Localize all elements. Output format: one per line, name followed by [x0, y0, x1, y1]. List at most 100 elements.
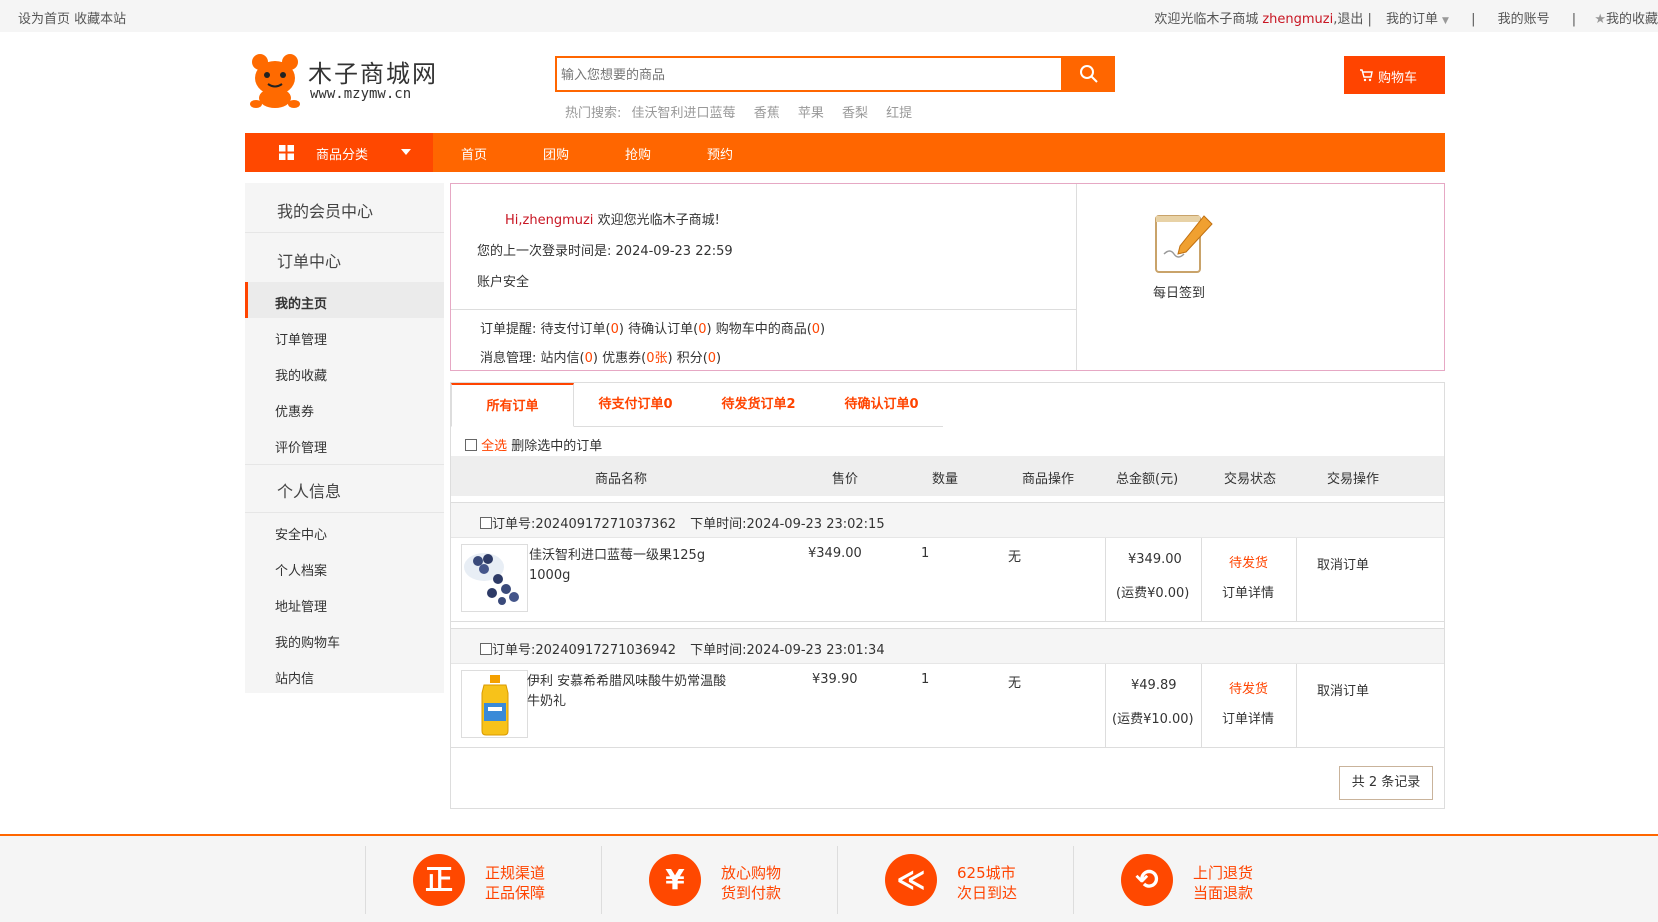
col-qty: 数量 [932, 472, 959, 487]
hot-term[interactable]: 香梨 [842, 106, 868, 121]
search-icon [1080, 65, 1098, 83]
site-logo[interactable]: 木子商城网 www.mzymw.cn [248, 52, 448, 108]
pending-pay-link[interactable]: 待支付订单(0) [541, 322, 624, 337]
search-input[interactable] [557, 58, 1061, 90]
last-login-label: 您的上一次登录时间是: [477, 244, 612, 259]
logo-subtitle: www.mzymw.cn [310, 86, 412, 102]
sidebar-item-orders[interactable]: 订单管理 [275, 329, 327, 348]
bulk-actions: 全选 删除选中的订单 [465, 435, 602, 454]
product-name-link[interactable]: 伊利 安慕希希腊风味酸牛奶常温酸牛奶礼 [527, 672, 737, 712]
sidebar-item-address[interactable]: 地址管理 [275, 596, 327, 615]
order-checkbox[interactable] [480, 643, 492, 655]
product-name-link[interactable]: 佳沃智利进口蓝莓一级果125g 1000g [529, 546, 729, 586]
divider [451, 309, 1076, 310]
cancel-order-link[interactable]: 取消订单 [1317, 554, 1369, 573]
my-account-link[interactable]: 我的账号 [1498, 12, 1550, 27]
pending-pay-label: 待支付订单( [540, 322, 611, 337]
tab-pending-pay[interactable]: 待支付订单0 [574, 383, 697, 427]
daily-signin[interactable]: 每日签到 [1141, 210, 1221, 301]
sidebar-item-reviews[interactable]: 评价管理 [275, 437, 327, 456]
order-time-label: 下单时间: [690, 517, 747, 532]
nav-reserve[interactable]: 预约 [707, 144, 733, 163]
guarantee-subtitle: 正品保障 [485, 884, 546, 902]
my-orders-link[interactable]: 我的订单 [1386, 12, 1438, 27]
divider [245, 232, 444, 233]
footer-guarantees: 正 正规渠道 正品保障 ¥ 放心购物 货到付款 ≪ 625城市 次日到达 ⟲ 上… [0, 834, 1658, 922]
reminder-label: 订单提醒: [480, 322, 537, 337]
cancel-order-link[interactable]: 取消订单 [1317, 680, 1369, 699]
coupons-label: 优惠券( [602, 351, 647, 366]
greeting: Hi,zhengmuzi 欢迎您光临木子商城! [505, 209, 720, 228]
divider [1296, 664, 1297, 748]
sidebar-item-coupons[interactable]: 优惠券 [275, 401, 314, 420]
order-checkbox[interactable] [480, 517, 492, 529]
sidebar-item-security[interactable]: 安全中心 [275, 524, 327, 543]
paren: ) [820, 322, 826, 337]
grid-icon [279, 145, 294, 160]
sidebar-item-favorites[interactable]: 我的收藏 [275, 365, 327, 384]
hot-term[interactable]: 佳沃智利进口蓝莓 [632, 106, 736, 121]
order-status: 待发货 [1229, 556, 1269, 571]
order-status: 待发货 [1229, 682, 1269, 697]
username-link[interactable]: zhengmuzi [1262, 12, 1333, 27]
order-detail-link[interactable]: 订单详情 [1222, 708, 1274, 727]
divider [1105, 538, 1106, 622]
set-home-favorite-link[interactable]: 设为首页 收藏本站 [18, 8, 126, 27]
col-price: 售价 [832, 472, 859, 487]
chevron-down-icon: ▼ [1442, 16, 1449, 26]
col-action: 交易操作 [1327, 472, 1380, 487]
sidebar-item-inbox[interactable]: 站内信 [275, 668, 314, 687]
return-basket-icon: ⟲ [1121, 854, 1173, 906]
sidebar-item-profile[interactable]: 个人档案 [275, 560, 327, 579]
paren: ) [716, 351, 722, 366]
pending-confirm-label: 待确认订单( [628, 322, 699, 337]
my-favorites-link[interactable]: 我的收藏 [1606, 12, 1658, 27]
sidebar-member-center[interactable]: 我的会员中心 [277, 198, 373, 222]
coupons-link[interactable]: 优惠券(0张) [602, 351, 672, 366]
divider [1105, 664, 1106, 748]
yuan-icon: ¥ [649, 854, 701, 906]
order-body: 伊利 安慕希希腊风味酸牛奶常温酸牛奶礼 ¥39.90 1 无 ¥49.89 (运… [451, 664, 1444, 748]
guarantee-delivery: ≪ 625城市 次日到达 [885, 854, 1085, 910]
sidebar-item-home[interactable]: 我的主页 [275, 293, 327, 312]
col-product-op: 商品操作 [1022, 472, 1075, 487]
order-reminders: 订单提醒: 待支付订单(0) 待确认订单(0) 购物车中的商品(0) [480, 318, 825, 337]
pending-pay-count: 0 [610, 322, 619, 337]
divider [1296, 538, 1297, 622]
divider [1076, 184, 1077, 370]
guarantee-title: 上门退货 [1193, 864, 1254, 882]
order-no-label: 订单号: [492, 643, 536, 658]
delete-selected-link[interactable]: 删除选中的订单 [511, 439, 602, 454]
col-status: 交易状态 [1224, 472, 1277, 487]
blueberry-image [464, 553, 519, 605]
page-root: 设为首页 收藏本站 欢迎光临木子商城 zhengmuzi,退出 | 我的订单 ▼ |… [0, 0, 1658, 922]
hot-term[interactable]: 红提 [886, 106, 912, 121]
nav-flash-sale[interactable]: 抢购 [625, 144, 651, 163]
sidebar-item-cart[interactable]: 我的购物车 [275, 632, 340, 651]
logout-link[interactable]: ,退出 | [1333, 12, 1372, 27]
points-link[interactable]: 积分(0) [677, 351, 721, 366]
product-thumbnail[interactable] [461, 670, 528, 738]
tab-pending-ship[interactable]: 待发货订单2 [697, 383, 820, 427]
sidebar: 我的会员中心 订单中心 我的主页 订单管理 我的收藏 优惠券 评价管理 个人信息… [245, 183, 444, 693]
nav-group-buy[interactable]: 团购 [543, 144, 569, 163]
tab-all-orders[interactable]: 所有订单 [451, 383, 574, 427]
tab-pending-confirm[interactable]: 待确认订单0 [820, 383, 943, 427]
search-button[interactable] [1063, 56, 1115, 92]
product-thumbnail[interactable] [461, 544, 528, 612]
cart-goods-link[interactable]: 购物车中的商品(0) [716, 322, 825, 337]
order-detail-link[interactable]: 订单详情 [1222, 582, 1274, 601]
pending-confirm-link[interactable]: 待确认订单(0) [628, 322, 711, 337]
divider [1201, 538, 1202, 622]
nav-home[interactable]: 首页 [461, 144, 487, 163]
account-security-link[interactable]: 账户安全 [477, 271, 529, 290]
hot-term[interactable]: 香蕉 [754, 106, 780, 121]
paren: ) [667, 351, 673, 366]
inbox-link[interactable]: 站内信(0) [541, 351, 598, 366]
select-all-checkbox[interactable] [465, 439, 477, 451]
hot-term[interactable]: 苹果 [798, 106, 824, 121]
select-all-link[interactable]: 全选 [481, 439, 507, 454]
cart-button[interactable]: 购物车 [1344, 56, 1445, 94]
order-meta: 订单号:20240917271037362 下单时间:2024-09-23 23… [480, 513, 885, 532]
category-menu[interactable]: 商品分类 [245, 133, 433, 172]
